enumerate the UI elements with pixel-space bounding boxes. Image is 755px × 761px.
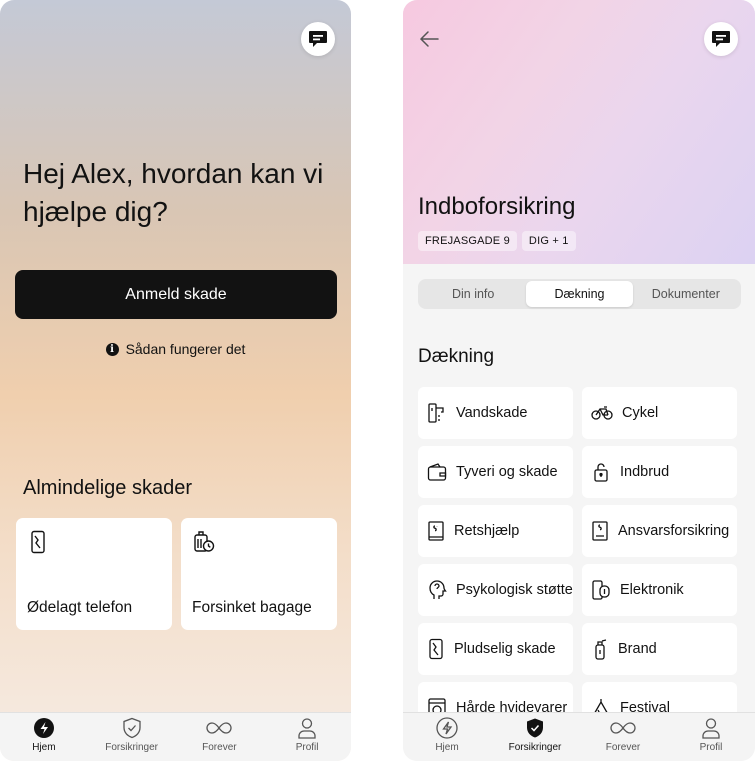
back-arrow-icon[interactable] xyxy=(417,27,441,51)
law-book-icon xyxy=(428,521,444,541)
person-icon xyxy=(701,717,721,739)
chat-button[interactable] xyxy=(301,22,335,56)
tab-profile[interactable]: Profil xyxy=(667,713,755,761)
coverage-item-label: Psykologisk støtte xyxy=(456,581,573,598)
tab-forever-label: Forever xyxy=(605,742,641,753)
address-tag: FREJASGADE 9 xyxy=(418,231,517,251)
coverage-item-fire[interactable]: Brand xyxy=(582,623,737,675)
water-tap-icon xyxy=(428,403,444,423)
report-claim-button[interactable]: Anmeld skade xyxy=(15,270,337,319)
coverage-item-label: Ansvarsforsikring xyxy=(618,522,730,539)
wallet-icon xyxy=(427,463,447,481)
chat-icon xyxy=(309,31,327,47)
bottom-tab-bar: Hjem Forsikringer Forever Profil xyxy=(0,712,351,761)
coverage-item-label: Vandskade xyxy=(456,404,528,421)
how-it-works-link[interactable]: i Sådan fungerer det xyxy=(0,341,351,357)
fire-extinguisher-icon xyxy=(595,639,607,660)
home-icon xyxy=(33,717,55,739)
tab-home-label: Hjem xyxy=(435,742,459,753)
tab-forever-label: Forever xyxy=(202,742,237,753)
person-icon xyxy=(297,717,317,739)
damage-card-label: Ødelagt telefon xyxy=(27,599,133,616)
coverage-title: Dækning xyxy=(418,346,495,367)
coverage-item-bicycle[interactable]: Cykel xyxy=(582,387,737,439)
coverage-item-label: Elektronik xyxy=(620,581,684,598)
coverage-item-burglary[interactable]: Indbrud xyxy=(582,446,737,498)
coverage-item-psych-support[interactable]: Psykologisk støtte xyxy=(418,564,573,616)
coverage-item-label: Pludselig skade xyxy=(454,640,556,657)
insurance-screen: Indboforsikring FREJASGADE 9 DIG + 1 Din… xyxy=(403,0,755,761)
shield-check-icon xyxy=(122,717,142,739)
luggage-clock-icon xyxy=(194,531,215,552)
damage-card-broken-phone[interactable]: Ødelagt telefon xyxy=(16,518,172,630)
tab-home[interactable]: Hjem xyxy=(403,713,491,761)
shield-check-icon xyxy=(525,717,545,739)
infinity-icon xyxy=(206,717,232,739)
info-icon: i xyxy=(105,342,119,356)
broken-phone-icon xyxy=(429,638,443,660)
how-it-works-label: Sådan fungerer det xyxy=(125,341,246,357)
head-icon xyxy=(429,580,447,599)
tab-insurances-label: Forsikringer xyxy=(508,742,562,753)
tab-home[interactable]: Hjem xyxy=(0,713,88,761)
damage-card-delayed-luggage[interactable]: Forsinket bagage xyxy=(181,518,337,630)
tab-your-info[interactable]: Din info xyxy=(420,281,526,307)
tab-profile-label: Profil xyxy=(295,742,319,753)
tab-forever[interactable]: Forever xyxy=(579,713,667,761)
coverage-item-label: Cykel xyxy=(622,404,659,421)
tab-insurances-label: Forsikringer xyxy=(105,742,159,753)
chat-button[interactable] xyxy=(704,22,738,56)
tab-profile-label: Profil xyxy=(699,742,723,753)
damage-card-label: Forsinket bagage xyxy=(192,599,312,616)
coverage-item-label: Tyveri og skade xyxy=(456,463,558,480)
coverage-item-label: Brand xyxy=(618,640,657,657)
bicycle-icon xyxy=(591,406,613,420)
insurance-hero: Indboforsikring FREJASGADE 9 DIG + 1 xyxy=(403,0,755,264)
home-icon xyxy=(436,717,458,739)
law-document-icon xyxy=(592,521,608,541)
home-screen: Hej Alex, hvordan kan vi hjælpe dig? Anm… xyxy=(0,0,351,761)
coverage-item-water[interactable]: Vandskade xyxy=(418,387,573,439)
insurance-title: Indboforsikring xyxy=(418,193,576,220)
coverage-item-liability[interactable]: Ansvarsforsikring xyxy=(582,505,737,557)
coverage-item-label: Retshjælp xyxy=(454,522,520,539)
coverage-item-label: Indbrud xyxy=(620,463,670,480)
insurance-tags: FREJASGADE 9 DIG + 1 xyxy=(418,231,576,251)
tab-coverage[interactable]: Dækning xyxy=(526,281,633,307)
greeting-heading: Hej Alex, hvordan kan vi hjælpe dig? xyxy=(23,158,324,227)
insurance-tabs: Din info Dækning Dokumenter xyxy=(418,279,741,309)
coverage-item-legal-aid[interactable]: Retshjælp xyxy=(418,505,573,557)
tab-insurances[interactable]: Forsikringer xyxy=(491,713,579,761)
tab-forever[interactable]: Forever xyxy=(176,713,264,761)
tab-home-label: Hjem xyxy=(32,742,56,753)
coinsured-tag: DIG + 1 xyxy=(521,231,576,251)
infinity-icon xyxy=(610,717,636,739)
common-damages-title: Almindelige skader xyxy=(23,477,192,499)
tab-documents[interactable]: Dokumenter xyxy=(633,281,739,307)
lock-icon xyxy=(594,463,608,482)
tab-profile[interactable]: Profil xyxy=(263,713,351,761)
coverage-item-sudden-damage[interactable]: Pludselig skade xyxy=(418,623,573,675)
chat-icon xyxy=(712,31,730,47)
broken-phone-icon xyxy=(31,530,45,554)
coverage-item-theft[interactable]: Tyveri og skade xyxy=(418,446,573,498)
devices-icon xyxy=(592,580,610,600)
coverage-item-electronics[interactable]: Elektronik xyxy=(582,564,737,616)
tab-insurances[interactable]: Forsikringer xyxy=(88,713,176,761)
bottom-tab-bar: Hjem Forsikringer Forever Profil xyxy=(403,712,755,761)
